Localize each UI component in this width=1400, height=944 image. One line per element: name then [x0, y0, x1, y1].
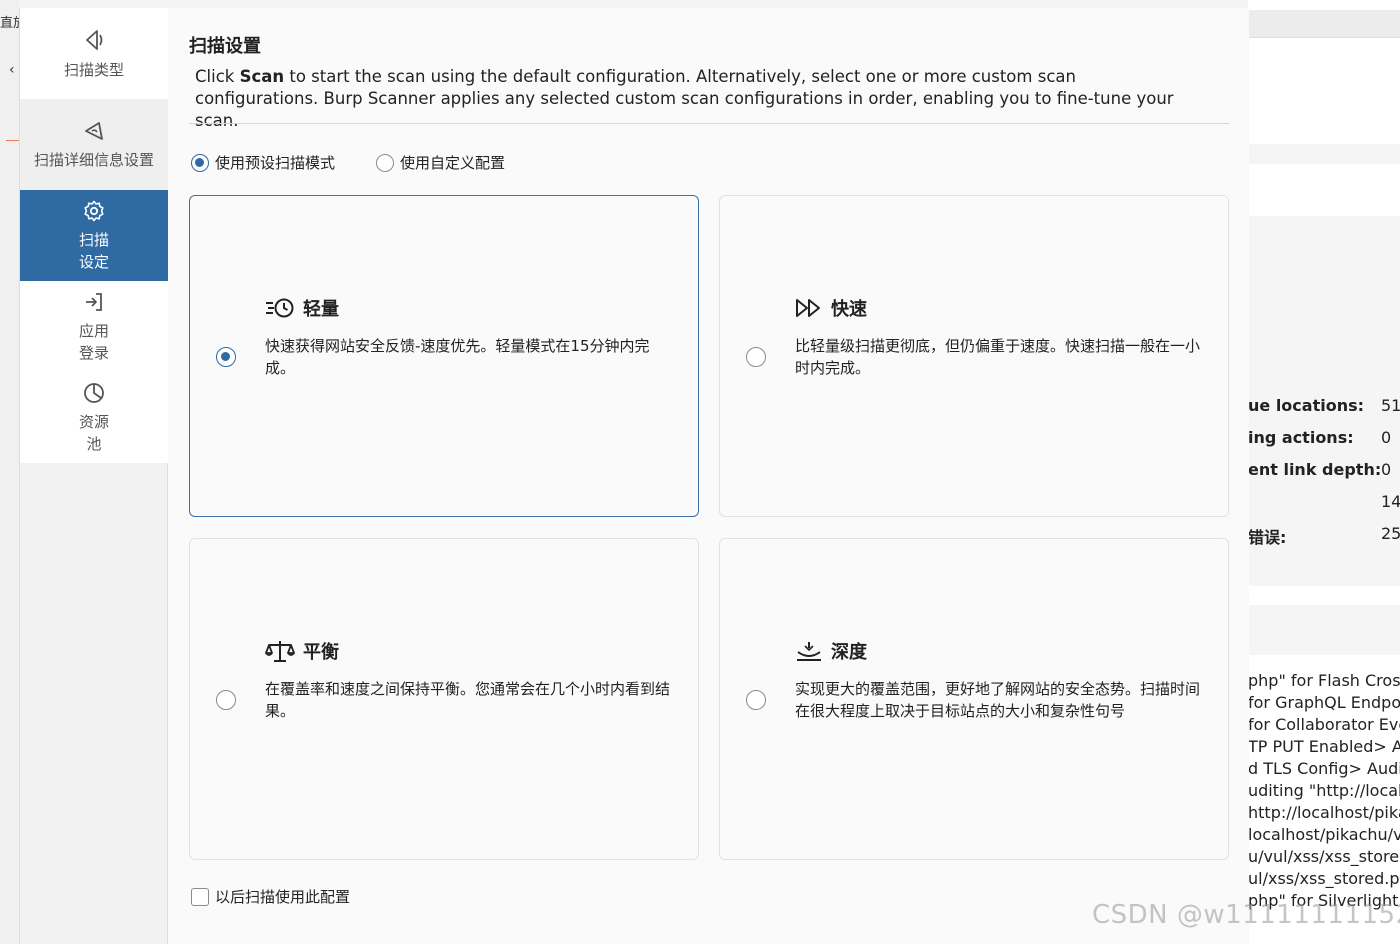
fast-forward-icon — [796, 299, 820, 317]
nav-item-label: 扫描类型 — [63, 60, 124, 79]
nav-item-label: 资源 池 — [78, 412, 109, 453]
log-line: php" for Flash Cross — [1248, 671, 1400, 690]
stats-row: ent link depth: 0 — [1248, 460, 1392, 479]
card-radio[interactable] — [216, 347, 236, 367]
card-description: 在覆盖率和速度之间保持平衡。您通常会在几个小时内看到结果。 — [265, 680, 671, 720]
lightweight-clock-icon — [266, 298, 294, 318]
nav-item-label: 扫描 设定 — [78, 230, 109, 271]
background-right-header — [1248, 10, 1400, 38]
card-title: 深度 — [831, 642, 867, 663]
card-title: 轻量 — [303, 299, 339, 320]
preset-mode-label: 使用预设扫描模式 — [215, 154, 336, 172]
card-radio[interactable] — [746, 690, 766, 710]
card-title: 快速 — [831, 299, 867, 320]
nav-item-scan-settings[interactable]: 扫描 设定 — [20, 190, 168, 281]
nav-item-label: 应用 登录 — [78, 321, 109, 362]
stats-row: ing actions: 0 — [1248, 428, 1392, 447]
scan-dialog: 扫描类型 扫描详细信息设置 扫描 设定 应用 登录 资源 池 扫描设置 Clic… — [19, 8, 1249, 944]
nav-item-label: 扫描详细信息设置 — [33, 150, 154, 169]
card-description: 快速获得网站安全反馈-速度优先。轻量模式在15分钟内完成。 — [265, 337, 650, 377]
log-line: uditing "http://locall — [1248, 781, 1400, 800]
custom-config-label: 使用自定义配置 — [400, 154, 506, 172]
card-radio[interactable] — [746, 347, 766, 367]
nav-item-scan-details[interactable]: 扫描详细信息设置 — [20, 99, 168, 190]
log-line: for GraphQL Endpo — [1248, 693, 1400, 712]
card-description: 实现更大的覆盖范围，更好地了解网站的安全态势。扫描时间在很大程度上取决于目标站点… — [795, 680, 1201, 720]
log-line: for Collaborator Eve — [1248, 715, 1400, 734]
back-arrow-icon[interactable]: ‹ — [9, 62, 15, 78]
remember-config-label: 以后扫描使用此配置 — [215, 888, 351, 906]
scan-mode-card-deep[interactable]: 深度 实现更大的覆盖范围，更好地了解网站的安全态势。扫描时间在很大程度上取决于目… — [719, 538, 1229, 860]
card-title: 平衡 — [303, 642, 339, 663]
nav-item-resource-pool[interactable]: 资源 池 — [20, 372, 168, 463]
radio-unchecked[interactable] — [376, 153, 394, 172]
dialog-nav: 扫描类型 扫描详细信息设置 扫描 设定 应用 登录 资源 池 — [20, 8, 168, 944]
background-accent-line — [6, 140, 19, 141]
background-left-strip — [0, 0, 19, 944]
log-line: localhost/pikachu/v — [1248, 825, 1400, 844]
preset-mode-radio[interactable]: 使用预设扫描模式 — [191, 152, 335, 173]
stats-row: ue locations: 51 — [1248, 396, 1400, 415]
login-icon — [86, 292, 102, 311]
page-title: 扫描设置 — [189, 36, 261, 57]
scan-mode-card-fast[interactable]: 快速 比轻量级扫描更彻底，但仍偏重于速度。快速扫描一般在一小时内完成。 — [719, 195, 1229, 517]
scan-mode-card-balanced[interactable]: 平衡 在覆盖率和速度之间保持平衡。您通常会在几个小时内看到结果。 — [189, 538, 699, 860]
log-line: d TLS Config> Audit — [1248, 759, 1400, 778]
log-line: ul/xss/xss_stored.php — [1248, 869, 1400, 888]
scan-settings-panel: 扫描设置 Click Scan to start the scan using … — [169, 8, 1249, 944]
stats-row: 错误: 25 — [1248, 524, 1400, 547]
nav-item-scan-type[interactable]: 扫描类型 — [20, 8, 168, 99]
watermark: CSDN @w11111111152 — [1092, 900, 1400, 930]
card-header: 平衡 — [265, 638, 339, 664]
card-header: 轻量 — [265, 295, 339, 321]
radio-checked[interactable] — [191, 153, 209, 172]
scan-type-icon — [86, 29, 103, 50]
card-description: 比轻量级扫描更彻底，但仍偏重于速度。快速扫描一般在一小时内完成。 — [795, 337, 1201, 377]
scan-mode-card-lightweight[interactable]: 轻量 快速获得网站安全反馈-速度优先。轻量模式在15分钟内完成。 — [189, 195, 699, 517]
log-line: http://localhost/pika — [1248, 803, 1400, 822]
custom-config-radio[interactable]: 使用自定义配置 — [376, 152, 505, 173]
pie-chart-icon — [84, 382, 104, 403]
deep-dive-icon — [797, 642, 821, 661]
log-line: u/vul/xss/xss_stored — [1248, 847, 1400, 866]
gear-icon — [84, 200, 104, 221]
background-right-band — [1248, 144, 1400, 164]
checkbox[interactable] — [191, 887, 209, 906]
divider — [189, 123, 1229, 124]
log-line: TP PUT Enabled> Au — [1248, 737, 1400, 756]
background-right-band — [1248, 605, 1400, 655]
card-radio[interactable] — [216, 690, 236, 710]
remember-config-checkbox[interactable]: 以后扫描使用此配置 — [191, 886, 350, 907]
scan-details-icon — [85, 121, 103, 140]
nav-item-app-login[interactable]: 应用 登录 — [20, 281, 168, 372]
stats-row: 14 — [1381, 492, 1400, 511]
card-header: 快速 — [795, 295, 867, 321]
card-header: 深度 — [795, 638, 867, 664]
balance-scale-icon — [265, 641, 295, 662]
